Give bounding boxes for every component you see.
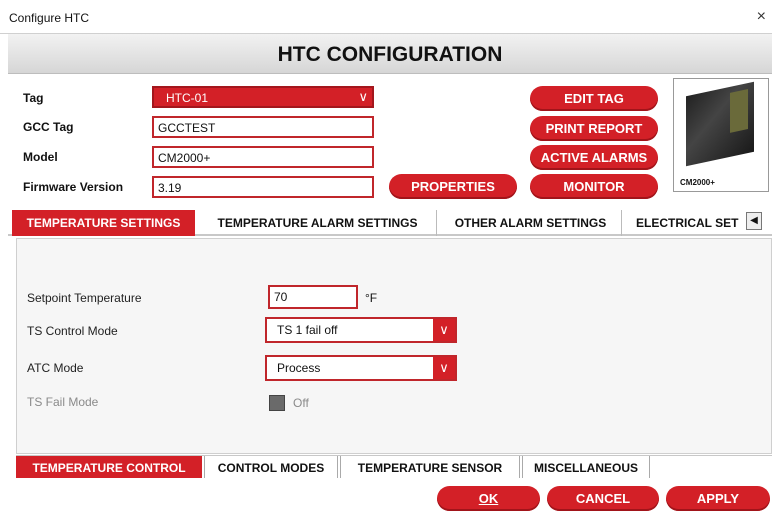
monitor-button[interactable]: MONITOR bbox=[530, 174, 658, 199]
ts-fail-label: TS Fail Mode bbox=[27, 395, 99, 409]
chevron-down-icon: ∨ bbox=[433, 357, 455, 379]
atc-mode-select[interactable]: Process ∨ bbox=[265, 355, 457, 381]
setpoint-input[interactable]: 70 bbox=[268, 285, 358, 309]
gcc-tag-label: GCC Tag bbox=[23, 120, 74, 134]
ts-control-select[interactable]: TS 1 fail off ∨ bbox=[265, 317, 457, 343]
tab-temperature-settings[interactable]: TEMPERATURE SETTINGS bbox=[12, 210, 195, 236]
dialog-footer: OK CANCEL APPLY bbox=[8, 478, 772, 516]
model-label: Model bbox=[23, 150, 58, 164]
setpoint-label: Setpoint Temperature bbox=[27, 291, 142, 305]
print-report-button[interactable]: PRINT REPORT bbox=[530, 116, 658, 141]
close-icon[interactable]: × bbox=[757, 8, 766, 26]
ok-button[interactable]: OK bbox=[437, 486, 540, 511]
active-alarms-button[interactable]: ACTIVE ALARMS bbox=[530, 145, 658, 170]
device-caption: CM2000+ bbox=[680, 178, 715, 187]
tab-electrical-settings[interactable]: ELECTRICAL SET bbox=[626, 210, 744, 236]
apply-button[interactable]: APPLY bbox=[666, 486, 770, 511]
tab-scroll-left-icon[interactable]: ◀ bbox=[746, 212, 762, 230]
settings-tabbar: TEMPERATURE SETTINGS TEMPERATURE ALARM S… bbox=[8, 207, 772, 236]
temperature-control-panel: Setpoint Temperature 70 °F TS Control Mo… bbox=[16, 238, 772, 454]
ts-control-label: TS Control Mode bbox=[27, 324, 118, 338]
device-image: CM2000+ bbox=[673, 78, 769, 192]
tab-other-alarm-settings[interactable]: OTHER ALARM SETTINGS bbox=[440, 210, 622, 236]
ts-fail-toggle[interactable] bbox=[269, 395, 285, 411]
cancel-button[interactable]: CANCEL bbox=[547, 486, 659, 511]
subtab-temperature-sensor[interactable]: TEMPERATURE SENSOR bbox=[340, 456, 520, 479]
chevron-down-icon: ∨ bbox=[433, 319, 455, 341]
page-title: HTC CONFIGURATION bbox=[277, 43, 503, 66]
firmware-field[interactable]: 3.19 bbox=[152, 176, 374, 198]
config-header: HTC CONFIGURATION bbox=[8, 34, 772, 74]
atc-mode-value: Process bbox=[277, 361, 321, 375]
atc-mode-label: ATC Mode bbox=[27, 361, 84, 375]
ts-control-value: TS 1 fail off bbox=[277, 323, 338, 337]
setpoint-unit: °F bbox=[365, 291, 378, 305]
device-info-panel: Tag HTC-01 ∨ GCC Tag GCCTEST Model CM200… bbox=[8, 75, 772, 206]
subtab-control-modes[interactable]: CONTROL MODES bbox=[204, 456, 338, 479]
tag-select[interactable]: HTC-01 ∨ bbox=[152, 86, 374, 108]
edit-tag-button[interactable]: EDIT TAG bbox=[530, 86, 658, 111]
firmware-label: Firmware Version bbox=[23, 180, 124, 194]
device-board-illustration bbox=[686, 81, 754, 167]
gcc-tag-field[interactable]: GCCTEST bbox=[152, 116, 374, 138]
window-title: Configure HTC bbox=[9, 11, 90, 25]
tag-value: HTC-01 bbox=[166, 91, 209, 105]
ts-fail-value: Off bbox=[293, 396, 309, 410]
chevron-down-icon: ∨ bbox=[358, 89, 368, 104]
subtab-miscellaneous[interactable]: MISCELLANEOUS bbox=[522, 456, 650, 479]
tab-temperature-alarm-settings[interactable]: TEMPERATURE ALARM SETTINGS bbox=[199, 210, 437, 236]
model-field[interactable]: CM2000+ bbox=[152, 146, 374, 168]
subtab-temperature-control[interactable]: TEMPERATURE CONTROL bbox=[16, 456, 202, 479]
temperature-subtabbar: TEMPERATURE CONTROL CONTROL MODES TEMPER… bbox=[16, 455, 772, 479]
window-titlebar: Configure HTC × bbox=[0, 0, 772, 34]
tag-label: Tag bbox=[23, 91, 44, 105]
properties-button[interactable]: PROPERTIES bbox=[389, 174, 517, 199]
